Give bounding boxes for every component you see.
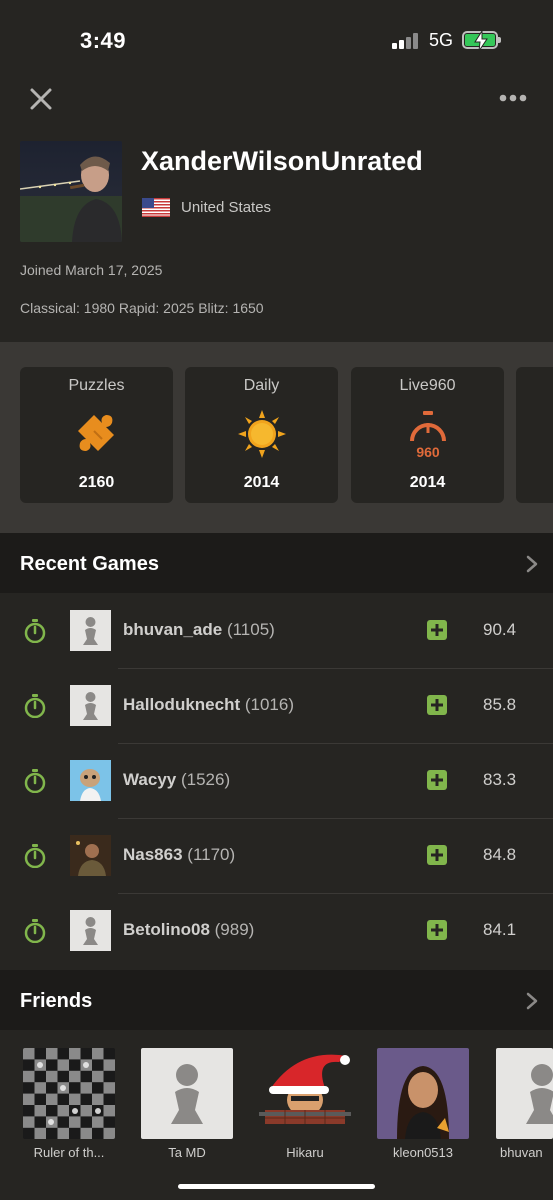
status-time: 3:49 bbox=[80, 28, 127, 53]
sun-icon bbox=[237, 410, 286, 458]
stat-value: 2014 bbox=[243, 474, 280, 491]
profile-country: United States bbox=[181, 199, 272, 216]
recent-games-header[interactable]: Recent Games bbox=[0, 533, 553, 593]
rapid-clock-icon bbox=[24, 769, 46, 793]
section-title: Recent Games bbox=[20, 553, 159, 575]
section-title: Friends bbox=[20, 990, 93, 1012]
network-label: 5G bbox=[429, 30, 454, 50]
game-row[interactable]: Halloduknecht (1016) 85.8 bbox=[0, 668, 553, 743]
rapid-clock-icon bbox=[24, 919, 46, 943]
friend-name: bhuvan bbox=[500, 1145, 543, 1160]
game-accuracy: 84.8 bbox=[483, 845, 517, 864]
rapid-clock-icon bbox=[24, 844, 46, 868]
game-row[interactable]: Nas863 (1170) 84.8 bbox=[0, 818, 553, 893]
friend-name: Hikaru bbox=[286, 1145, 324, 1160]
game-row[interactable]: bhuvan_ade (1105) 90.4 bbox=[0, 593, 553, 668]
opponent-name: Betolino08 (989) bbox=[123, 920, 255, 939]
close-icon bbox=[30, 88, 52, 110]
friend-avatar bbox=[23, 1048, 115, 1139]
game-accuracy: 84.1 bbox=[483, 920, 517, 939]
win-result-icon bbox=[427, 620, 447, 640]
rapid-clock-icon bbox=[24, 619, 46, 643]
close-button[interactable] bbox=[28, 86, 54, 112]
chevron-right-icon bbox=[526, 555, 538, 573]
profile-joined-date: Joined March 17, 2025 bbox=[20, 262, 163, 278]
friend-avatar bbox=[377, 1048, 469, 1139]
chevron-right-icon bbox=[526, 992, 538, 1010]
stat-card-puzzles[interactable]: Puzzles 2160 bbox=[20, 367, 173, 503]
stat-value: 2014 bbox=[409, 474, 446, 491]
win-result-icon bbox=[427, 920, 447, 940]
game-accuracy: 90.4 bbox=[483, 620, 517, 639]
home-indicator[interactable] bbox=[178, 1184, 375, 1189]
opponent-name: Nas863 (1170) bbox=[123, 845, 236, 864]
more-horizontal-icon bbox=[499, 94, 527, 102]
stat-value: 2160 bbox=[78, 474, 115, 491]
opponent-avatar bbox=[70, 835, 111, 876]
stat-card-daily[interactable]: Daily 2014 bbox=[185, 367, 338, 503]
svg-text:960: 960 bbox=[416, 444, 440, 459]
profile-avatar[interactable] bbox=[20, 141, 122, 242]
stat-card-partial[interactable] bbox=[516, 367, 553, 503]
friends-header[interactable]: Friends bbox=[0, 970, 553, 1030]
signal-icon bbox=[392, 33, 418, 49]
status-bar: 3:49 5G bbox=[0, 0, 553, 80]
opponent-name: Halloduknecht (1016) bbox=[123, 695, 294, 714]
friend-name: kleon0513 bbox=[393, 1145, 453, 1160]
friend-avatar bbox=[259, 1048, 351, 1139]
win-result-icon bbox=[427, 695, 447, 715]
puzzle-icon bbox=[77, 415, 114, 451]
game-row[interactable]: Wacyy (1526) 83.3 bbox=[0, 743, 553, 818]
battery-icon bbox=[462, 31, 501, 51]
game-accuracy: 83.3 bbox=[483, 770, 517, 789]
stopwatch-960-icon: 960 bbox=[409, 411, 446, 459]
win-result-icon bbox=[427, 770, 447, 790]
opponent-avatar bbox=[70, 610, 111, 651]
stat-title: Daily bbox=[243, 377, 280, 394]
opponent-name: Wacyy (1526) bbox=[123, 770, 231, 789]
stat-title: Live960 bbox=[399, 377, 456, 394]
stat-title: Puzzles bbox=[68, 377, 125, 394]
game-row[interactable]: Betolino08 (989) 84.1 bbox=[0, 893, 553, 968]
friend-name: Ruler of th... bbox=[33, 1145, 105, 1160]
stat-card-live960[interactable]: Live960 960 2014 bbox=[351, 367, 504, 503]
profile-username: XanderWilsonUnrated bbox=[141, 146, 423, 176]
opponent-avatar bbox=[70, 685, 111, 726]
profile-ratings: Classical: 1980 Rapid: 2025 Blitz: 1650 bbox=[20, 300, 264, 316]
opponent-name: bhuvan_ade (1105) bbox=[123, 620, 275, 639]
friend-avatar bbox=[496, 1048, 553, 1139]
friend-avatar bbox=[141, 1048, 233, 1139]
us-flag-icon bbox=[142, 198, 170, 217]
rapid-clock-icon bbox=[24, 694, 46, 718]
opponent-avatar bbox=[70, 910, 111, 951]
more-options-button[interactable] bbox=[498, 90, 528, 106]
game-accuracy: 85.8 bbox=[483, 695, 517, 714]
opponent-avatar bbox=[70, 760, 111, 801]
win-result-icon bbox=[427, 845, 447, 865]
friend-name: Ta MD bbox=[168, 1145, 206, 1160]
